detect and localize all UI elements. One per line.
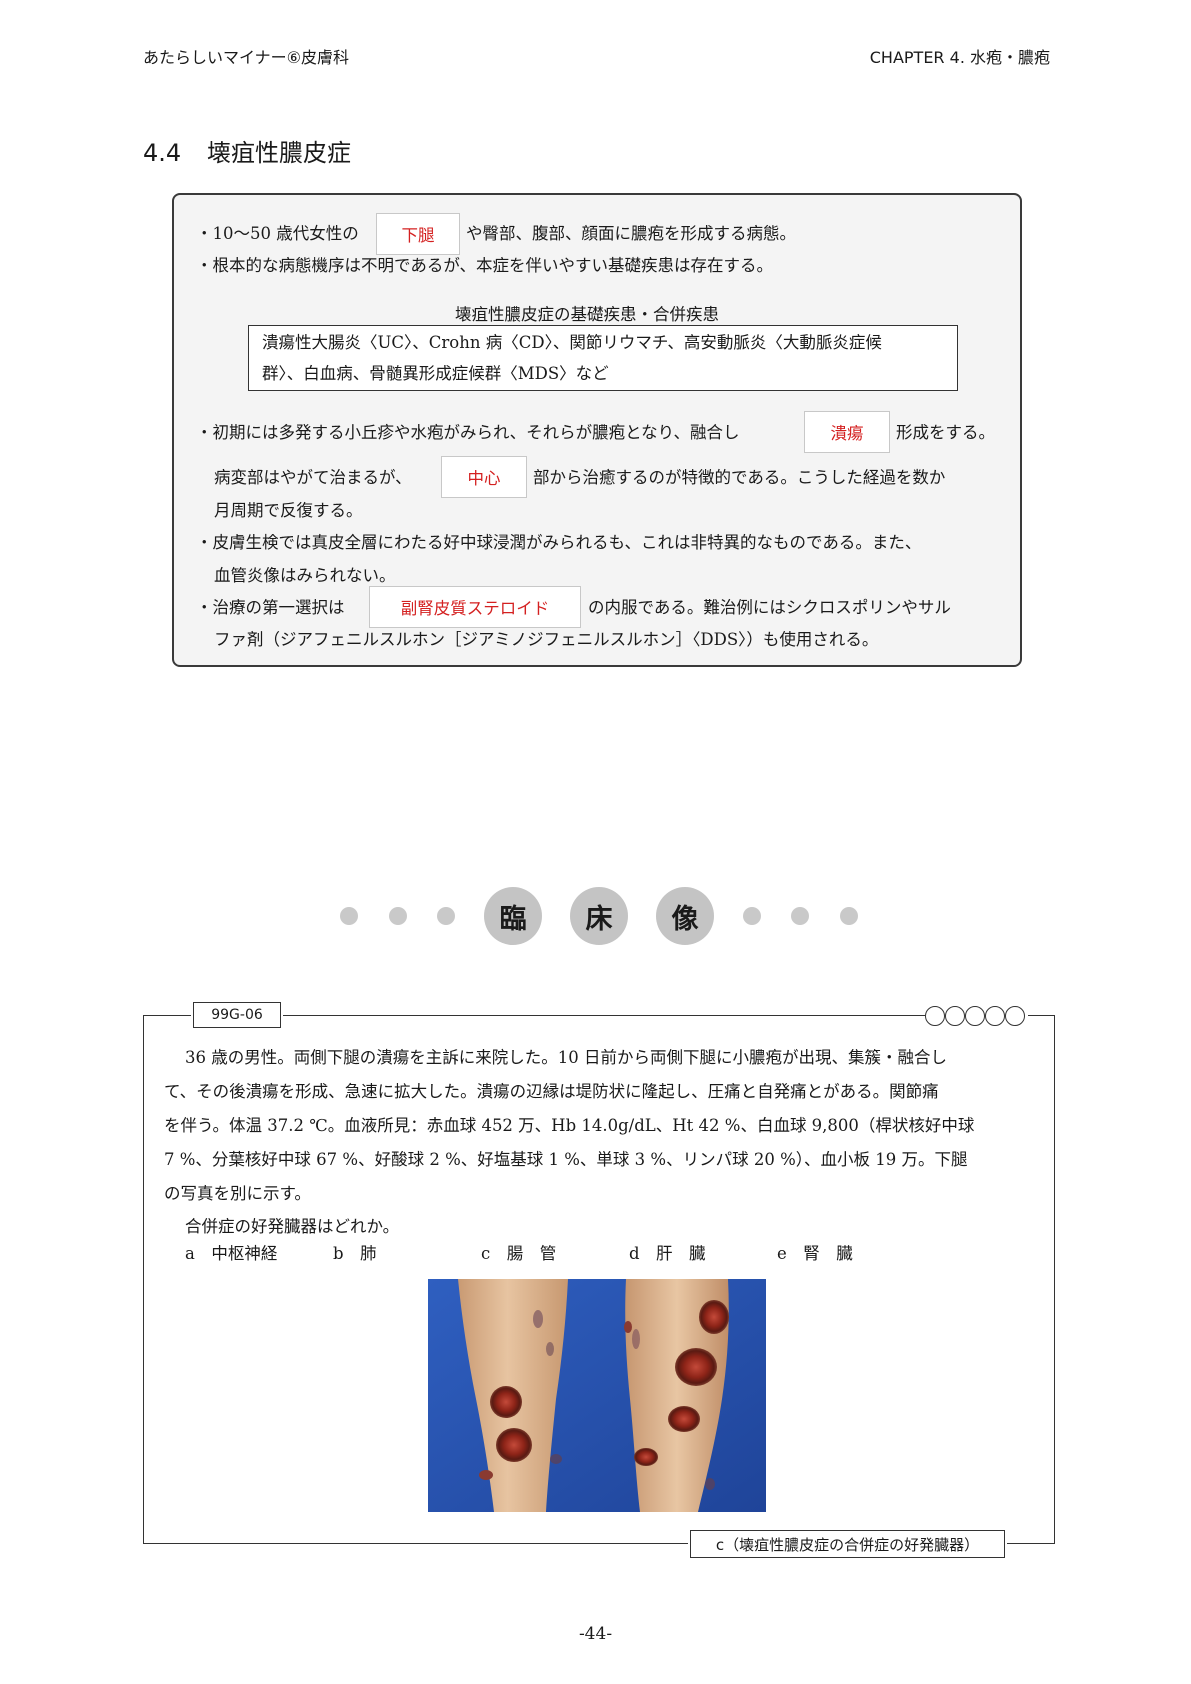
summary-line-8-post: の内服である。難治例にはシクロスポリンやサル: [588, 598, 951, 617]
summary-line-9: ファ剤（ジアフェニルスルホン［ジアミノジフェニルスルホン］〈DDS〉）も使用され…: [214, 630, 879, 649]
choice-a: a 中枢神経: [185, 1244, 278, 1263]
frame-bottom-line-left: [143, 1543, 688, 1544]
summary-line-7: 血管炎像はみられない。: [214, 566, 396, 585]
frame-top-line-right: [1028, 1015, 1055, 1016]
answer-blank-4: 副腎皮質ステロイド: [369, 586, 581, 628]
chapter-title: CHAPTER 4. 水疱・膿疱: [869, 48, 1050, 67]
frame-top-line-mid: [283, 1015, 925, 1016]
check-circle-icon: [985, 1006, 1005, 1026]
question-line-1: 36 歳の男性。両側下腿の潰瘍を主訴に来院した。10 日前から両側下腿に小膿疱が…: [185, 1048, 947, 1067]
section-title: 壊疽性膿皮症: [207, 139, 351, 167]
summary-line-6: ・皮膚生検では真皮全層にわたる好中球浸潤がみられるも、これは非特異的なものである…: [196, 533, 922, 552]
check-circle-icon: [965, 1006, 985, 1026]
summary-line-1-post: や臀部、腹部、顔面に膿疱を形成する病態。: [466, 224, 796, 243]
band-dot: [840, 907, 858, 925]
band-char-2: 床: [570, 887, 628, 945]
band-dot: [743, 907, 761, 925]
leg-photo-illustration: [428, 1279, 766, 1512]
summary-line-4-post: 部から治癒するのが特徴的である。こうした経過を数か: [533, 468, 946, 487]
question-id: 99G-06: [193, 1002, 281, 1028]
answer-box: c（壊疽性膿皮症の合併症の好発臓器）: [690, 1530, 1005, 1558]
summary-line-3-pre: ・初期には多発する小丘疹や水疱がみられ、それらが膿疱となり、融合し: [196, 423, 740, 442]
clinical-photo: [428, 1279, 766, 1512]
band-dot: [437, 907, 455, 925]
summary-line-8-pre: ・治療の第一選択は: [196, 598, 345, 617]
check-circle-icon: [945, 1006, 965, 1026]
check-circles: [925, 1006, 1030, 1026]
question-line-5: の写真を別に示す。: [164, 1184, 311, 1203]
summary-line-5: 月周期で反復する。: [214, 501, 363, 520]
question-line-4: 7 %、分葉核好中球 67 %、好酸球 2 %、好塩基球 1 %、単球 3 %、…: [164, 1150, 968, 1169]
answer-blank-3: 中心: [441, 456, 527, 498]
choice-e: e 腎 臓: [777, 1244, 853, 1263]
disease-box-line-2: 群〉、白血病、骨髄異形成症候群〈MDS〉など: [262, 364, 609, 383]
choice-d: d 肝 臓: [629, 1244, 706, 1263]
summary-line-3-post: 形成をする。: [896, 423, 995, 442]
section-heading: 4.4 壊疽性膿皮症: [143, 133, 351, 168]
answer-blank-2: 潰瘍: [804, 411, 890, 453]
frame-top-line-left: [143, 1015, 191, 1016]
band-char-3: 像: [656, 887, 714, 945]
book-title: あたらしいマイナー⑥皮膚科: [143, 48, 350, 67]
clinical-image-band: 臨 床 像: [0, 885, 1191, 947]
question-line-2: て、その後潰瘍を形成、急速に拡大した。潰瘍の辺縁は堤防状に隆起し、圧痛と自発痛と…: [164, 1082, 939, 1101]
summary-line-2: ・根本的な病態機序は不明であるが、本症を伴いやすい基礎疾患は存在する。: [196, 256, 774, 275]
answer-blank-1: 下腿: [376, 213, 460, 255]
summary-line-4-pre: 病変部はやがて治まるが、: [214, 468, 412, 487]
section-number: 4.4: [143, 139, 182, 167]
question-prompt: 合併症の好発臓器はどれか。: [185, 1217, 400, 1236]
band-dot: [340, 907, 358, 925]
disease-box-line-1: 潰瘍性大腸炎〈UC〉、Crohn 病〈CD〉、関節リウマチ、高安動脈炎〈大動脈炎…: [262, 333, 882, 352]
summary-line-1-pre: ・10〜50 歳代女性の: [196, 224, 359, 243]
band-char-1: 臨: [484, 887, 542, 945]
choice-c: c 腸 管: [481, 1244, 557, 1263]
frame-bottom-line-right: [1007, 1543, 1055, 1544]
check-circle-icon: [925, 1006, 945, 1026]
disease-box-caption: 壊疽性膿皮症の基礎疾患・合併疾患: [455, 305, 719, 324]
choice-b: b 肺: [333, 1244, 377, 1263]
question-line-3: を伴う。体温 37.2 ℃。血液所見：赤血球 452 万、Hb 14.0g/dL…: [164, 1116, 975, 1135]
check-circle-icon: [1005, 1006, 1025, 1026]
band-dot: [791, 907, 809, 925]
band-dot: [389, 907, 407, 925]
page-number: -44-: [578, 1624, 613, 1644]
